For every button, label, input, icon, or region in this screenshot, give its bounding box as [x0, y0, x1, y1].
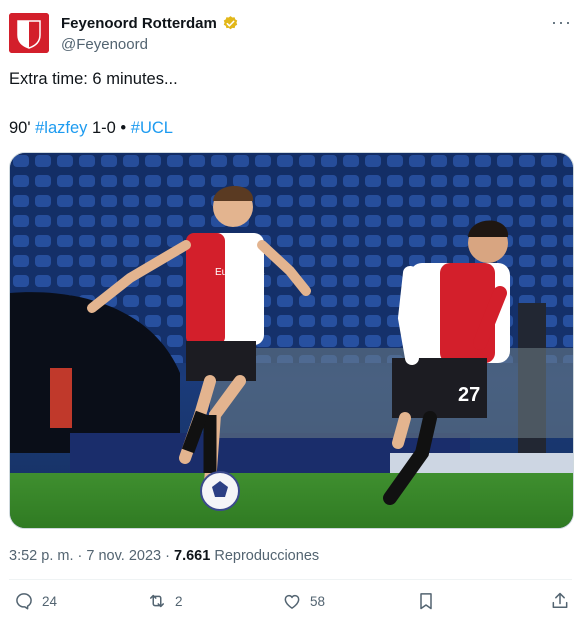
avatar[interactable]	[9, 13, 49, 53]
like-count: 58	[310, 593, 326, 609]
heart-icon	[284, 594, 300, 609]
reply-button[interactable]: 24	[14, 591, 57, 611]
views-count: 7.661	[174, 548, 211, 564]
display-name[interactable]: Feyenoord Rotterdam	[61, 15, 217, 32]
share-button[interactable]	[550, 591, 570, 611]
verified-badge-icon[interactable]	[222, 15, 239, 32]
tweet-text-line-2: 90' #lazfey 1-0 • #UCL	[9, 119, 173, 138]
hashtag-lazfey-link[interactable]: #lazfey	[35, 119, 87, 137]
minute-text: 90'	[9, 119, 31, 137]
retweet-count: 2	[175, 593, 183, 609]
bookmark-button[interactable]	[416, 591, 436, 611]
meta-separator: ·	[165, 548, 170, 564]
share-icon	[552, 592, 568, 608]
score-text: 1-0 •	[91, 119, 127, 137]
tweet-header: Feyenoord Rotterdam @Feyenoord ···	[9, 12, 572, 55]
match-photo-illustration: Euro Parcs 27	[10, 153, 573, 528]
feyenoord-logo-icon	[9, 13, 49, 53]
tweet-text-line-1: Extra time: 6 minutes...	[9, 70, 178, 88]
tweet-metadata: 3:52 p. m. · 7 nov. 2023 · 7.661 Reprodu…	[9, 548, 319, 564]
more-dots-icon[interactable]: ···	[551, 12, 572, 33]
shirt-sponsor-text: Euro Parcs	[215, 267, 264, 278]
tweet-date[interactable]: 7 nov. 2023	[86, 548, 161, 564]
reply-icon	[16, 593, 32, 610]
player-number-text: 27	[458, 384, 480, 406]
meta-separator: ·	[77, 548, 83, 564]
reply-count: 24	[42, 593, 58, 609]
views-label: Reproducciones	[214, 548, 320, 564]
retweet-icon	[150, 594, 164, 608]
bookmark-icon	[420, 593, 432, 610]
retweet-button[interactable]: 2	[147, 591, 183, 611]
hashtag-ucl-link[interactable]: #UCL	[131, 119, 173, 137]
tweet-time[interactable]: 3:52 p. m.	[9, 548, 73, 564]
divider	[9, 579, 572, 580]
like-button[interactable]: 58	[282, 591, 325, 611]
tweet-photo[interactable]: Euro Parcs 27	[9, 152, 574, 529]
user-handle[interactable]: @Feyenoord	[61, 36, 148, 53]
